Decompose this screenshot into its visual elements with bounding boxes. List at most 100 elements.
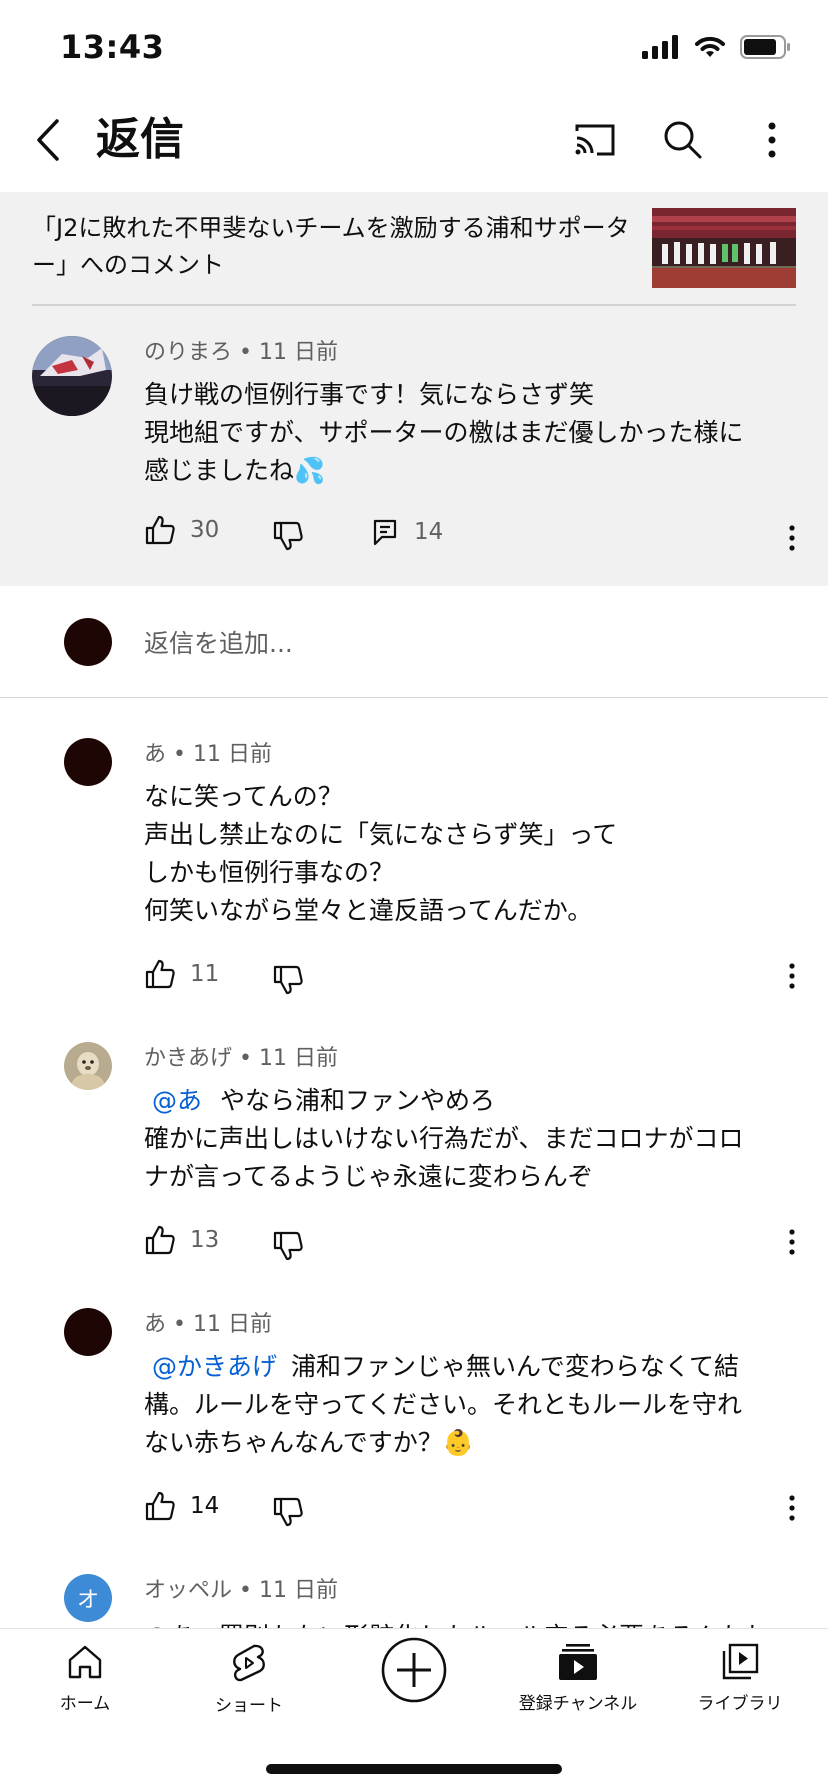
comment-more-button[interactable] <box>780 1488 804 1528</box>
like-button[interactable]: 14 <box>144 1490 219 1522</box>
nav-library[interactable]: ライブラリ <box>665 1643 815 1714</box>
like-count: 14 <box>190 1493 220 1519</box>
thumbs-down-icon <box>273 1497 303 1527</box>
avatar[interactable] <box>64 1042 112 1090</box>
comment-more-button[interactable] <box>780 518 804 558</box>
more-vertical-icon <box>789 1495 795 1521</box>
comment-author[interactable]: あ <box>144 1312 166 1337</box>
comment-author[interactable]: あ <box>144 742 166 767</box>
plus-circle-icon <box>381 1637 447 1703</box>
comment-age: 11 日前 <box>258 1046 338 1071</box>
add-reply-input[interactable]: 返信を追加... <box>144 624 293 660</box>
like-count: 11 <box>190 961 220 987</box>
more-vertical-icon <box>768 122 776 158</box>
more-options-button[interactable] <box>742 110 802 170</box>
video-reference-text[interactable]: 「J2に敗れた不甲斐ないチームを激励する浦和サポーター」へのコメント <box>32 210 632 284</box>
wifi-icon <box>695 36 725 57</box>
nav-label: ショート <box>215 1696 283 1716</box>
search-button[interactable] <box>653 110 713 170</box>
more-vertical-icon <box>789 1229 795 1255</box>
comment-line: 声出し禁止なのに「気になさらず笑」って <box>144 820 618 849</box>
comment-line: ナが言ってるようじゃ永遠に変わらんぞ <box>144 1162 593 1191</box>
nav-label: ライブラリ <box>697 1694 783 1714</box>
comment-line: 負け戦の恒例行事です！気にならさず笑 <box>144 380 595 409</box>
back-button[interactable] <box>28 108 68 172</box>
battery-icon <box>740 35 790 59</box>
reply-item: オ オッペル • 11 日前 @あ 罰則もない形骸化したルール守る必要あるんかね <box>0 1560 828 1628</box>
avatar-photo-icon <box>32 336 112 416</box>
avatar[interactable] <box>32 336 112 416</box>
comment-line: 現地組ですが、サポーターの檄はまだ優しかった様に <box>144 418 744 447</box>
library-icon <box>722 1643 759 1680</box>
create-button[interactable] <box>339 1637 489 1703</box>
comment-age: 11 日前 <box>192 1312 272 1337</box>
meta-separator: • <box>232 340 259 365</box>
comment-line: 構。ルールを守ってください。それともルールを守れ <box>144 1390 743 1419</box>
nav-subscriptions[interactable]: 登録チャンネル <box>503 1643 653 1714</box>
comment-author[interactable]: かきあげ <box>144 1046 232 1071</box>
like-count: 30 <box>190 517 220 543</box>
thumbs-up-icon <box>145 515 175 545</box>
current-user-avatar <box>64 618 112 666</box>
more-vertical-icon <box>789 525 795 551</box>
mention-link[interactable]: @あ <box>152 1086 202 1115</box>
like-button[interactable]: 13 <box>144 1224 219 1256</box>
nav-shorts[interactable]: ショート <box>174 1643 324 1716</box>
status-icons <box>642 34 792 60</box>
avatar[interactable] <box>64 1308 112 1356</box>
add-reply-row[interactable]: 返信を追加... <box>0 586 828 698</box>
divider <box>32 304 796 306</box>
comment-age: 11 日前 <box>258 1578 338 1603</box>
nav-home[interactable]: ホーム <box>10 1643 160 1714</box>
avatar[interactable] <box>64 738 112 786</box>
like-button[interactable]: 30 <box>144 514 219 546</box>
home-indicator <box>266 1764 562 1774</box>
dislike-button[interactable] <box>272 520 304 552</box>
home-icon <box>68 1645 102 1679</box>
comment-author[interactable]: オッペル <box>144 1578 232 1603</box>
reply-count: 14 <box>414 519 444 545</box>
comment-line: ない赤ちゃんなんですか？👶 <box>144 1428 474 1457</box>
meta-separator: • <box>232 1046 259 1071</box>
comment-line: しかも恒例行事なの？ <box>144 858 395 887</box>
thumbs-down-icon <box>273 521 303 551</box>
status-bar: 13:43 <box>0 0 828 100</box>
comment-more-button[interactable] <box>780 1222 804 1262</box>
mention-link[interactable]: @かきあげ <box>152 1352 277 1381</box>
thumbs-up-icon <box>145 1225 175 1255</box>
comment-line: @あ やなら浦和ファンやめろ <box>144 1082 784 1120</box>
comment-meta: オッペル • 11 日前 <box>144 1576 338 1606</box>
comment-age: 11 日前 <box>192 742 272 767</box>
thumbs-up-icon <box>145 1491 175 1521</box>
comment-more-button[interactable] <box>780 956 804 996</box>
cast-icon <box>575 124 615 156</box>
status-time: 13:43 <box>60 28 165 66</box>
comment-line-rest: 浦和ファンじゃ無いんで変わらなくて結 <box>291 1352 740 1381</box>
comment-text: @あ やなら浦和ファンやめろ 確かに声出しはいけない行為だが、まだコロナがコロ ナ… <box>144 1082 784 1196</box>
comment-line: @かきあげ 浦和ファンじゃ無いんで変わらなくて結 <box>144 1348 784 1386</box>
dislike-button[interactable] <box>272 1230 304 1262</box>
nav-label: 登録チャンネル <box>518 1694 638 1714</box>
parent-comment-section: 「J2に敗れた不甲斐ないチームを激励する浦和サポーター」へのコメント のりまろ … <box>0 192 828 586</box>
dislike-button[interactable] <box>272 1496 304 1528</box>
thumbs-up-icon <box>145 959 175 989</box>
comment-line: 感じましたね💦 <box>144 456 326 485</box>
cellular-signal-icon <box>642 35 678 59</box>
dislike-button[interactable] <box>272 964 304 996</box>
comment-author[interactable]: のりまろ <box>144 340 232 365</box>
comment-text: @あ 罰則もない形骸化したルール守る必要あるんかね <box>144 1618 784 1628</box>
cast-button[interactable] <box>565 110 625 170</box>
subscriptions-icon <box>559 1644 597 1680</box>
thumbs-down-icon <box>273 965 303 995</box>
video-thumbnail[interactable] <box>652 208 796 288</box>
replies-button[interactable]: 14 <box>372 518 443 546</box>
like-button[interactable]: 11 <box>144 958 219 990</box>
app-header: 返信 <box>0 100 828 192</box>
comment-line-rest: やなら浦和ファンやめろ <box>220 1086 496 1115</box>
comment-meta: あ • 11 日前 <box>144 740 272 770</box>
meta-separator: • <box>166 1312 193 1337</box>
like-count: 13 <box>190 1227 220 1253</box>
meta-separator: • <box>166 742 193 767</box>
avatar[interactable]: オ <box>64 1574 112 1622</box>
comment-text: なに笑ってんの？ 声出し禁止なのに「気になさらず笑」って しかも恒例行事なの？ … <box>144 778 784 930</box>
